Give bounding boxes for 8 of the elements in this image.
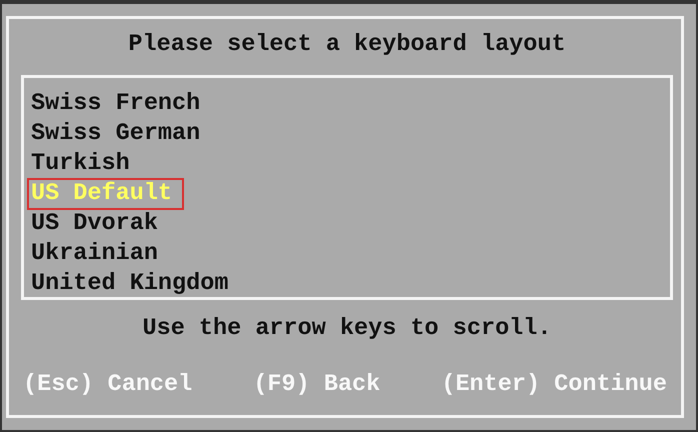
layout-option[interactable]: Swiss French — [27, 88, 204, 120]
layout-option[interactable]: Ukrainian — [27, 238, 162, 270]
scroll-hint: Use the arrow keys to scroll. — [142, 315, 552, 343]
layout-option[interactable]: Turkish — [27, 148, 134, 180]
layout-option[interactable]: Swiss German — [27, 118, 204, 150]
layout-option[interactable]: US Dvorak — [27, 208, 162, 240]
layout-option[interactable]: United Kingdom — [27, 268, 232, 300]
dialog-title: Please select a keyboard layout — [127, 31, 567, 59]
